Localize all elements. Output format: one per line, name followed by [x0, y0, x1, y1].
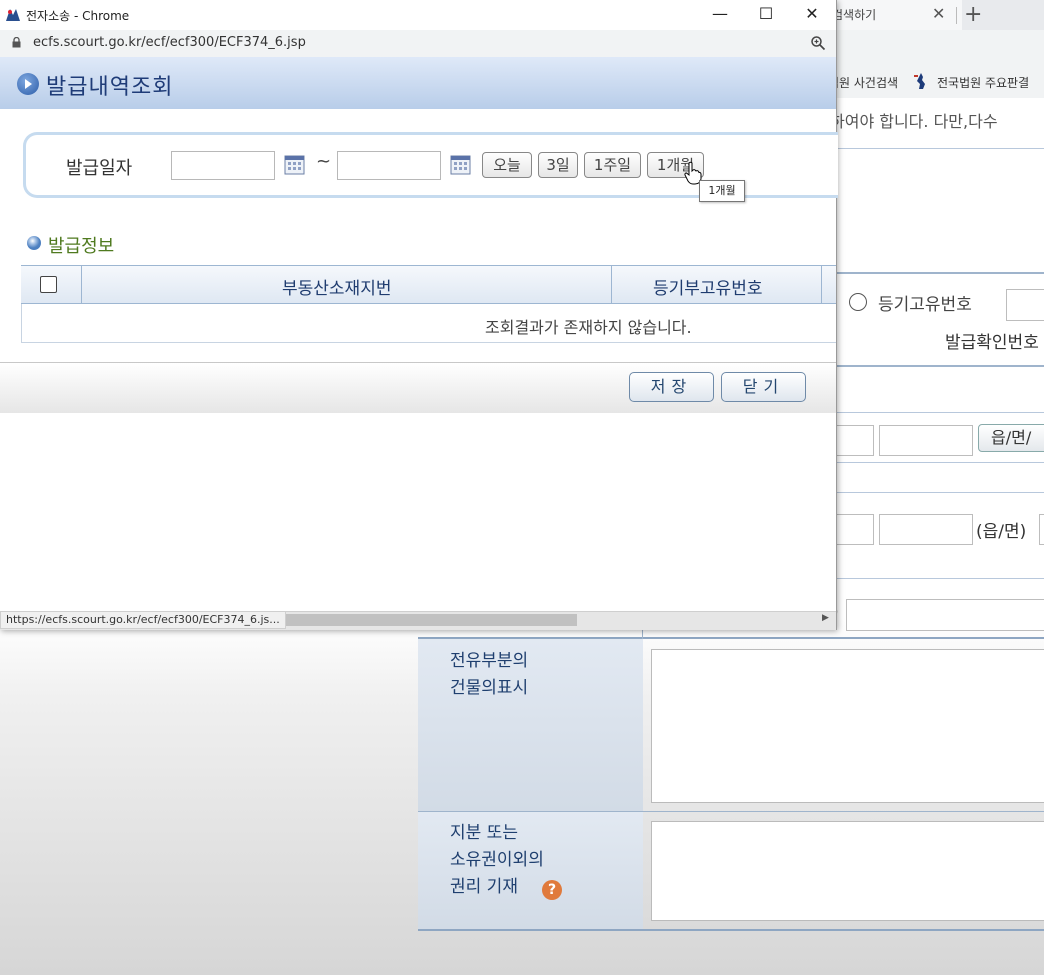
share-rights-textarea[interactable] — [651, 821, 1044, 921]
popup-title-bar: 전자소송 - Chrome — ☐ ✕ — [0, 0, 836, 31]
tab-separator — [956, 7, 957, 24]
background-tab-title: 검색하기 — [832, 8, 877, 22]
table-divider — [821, 265, 822, 304]
court-statue-icon — [914, 73, 925, 89]
exclusive-part-header: 전유부분의 건물의표시 — [418, 639, 643, 811]
divider — [836, 272, 1044, 274]
zoom-icon[interactable] — [810, 35, 826, 51]
share-rights-label: 지분 또는 소유권이외의 권리 기재 — [450, 823, 544, 897]
select-all-checkbox[interactable] — [40, 276, 57, 293]
registry-number-input[interactable] — [1006, 289, 1044, 321]
new-tab-plus-icon[interactable]: + — [964, 2, 982, 27]
minimize-icon[interactable]: — — [700, 3, 740, 25]
address-input[interactable] — [836, 514, 874, 545]
popup-window: 전자소송 - Chrome — ☐ ✕ ecfs.scourt.go.kr/ec… — [0, 0, 838, 630]
question-icon[interactable]: ? — [542, 880, 562, 900]
address-detail-input[interactable] — [846, 599, 1044, 631]
page-header: 발급내역조회 — [0, 57, 836, 109]
section-title: 발급정보 — [48, 236, 115, 257]
address-input[interactable] — [879, 425, 973, 456]
1-week-button[interactable]: 1주일 — [584, 152, 641, 178]
popup-url[interactable]: ecfs.scourt.go.kr/ecf/ecf300/ECF374_6.js… — [33, 35, 306, 50]
from-date-input[interactable] — [171, 151, 275, 180]
exclusive-part-textarea[interactable] — [651, 649, 1044, 803]
address-input[interactable] — [1039, 514, 1044, 545]
issue-date-label: 발급일자 — [66, 158, 133, 179]
district-search-button[interactable]: 읍/면/ — [978, 424, 1044, 452]
table-divider — [81, 265, 82, 304]
scroll-right-icon[interactable]: ▶ — [822, 613, 829, 623]
district-label: (읍/면) — [976, 522, 1027, 542]
table-divider — [611, 265, 612, 304]
divider — [836, 492, 1044, 493]
close-icon[interactable]: ✕ — [792, 3, 832, 25]
maximize-icon[interactable]: ☐ — [746, 3, 786, 25]
registry-number-label: 등기고유번호 — [878, 295, 972, 315]
empty-result-message: 조회결과가 존재하지 않습니다. — [485, 318, 692, 337]
tooltip: 1개월 — [699, 180, 745, 202]
divider — [836, 365, 1044, 367]
column-header-registry-number: 등기부고유번호 — [653, 279, 763, 299]
today-button[interactable]: 오늘 — [482, 152, 532, 178]
bookmark-court-rulings[interactable]: 전국법원 주요판결 — [937, 74, 1029, 91]
address-input[interactable] — [836, 425, 874, 456]
court-app-icon — [6, 9, 20, 21]
3-days-button[interactable]: 3일 — [538, 152, 578, 178]
calendar-icon[interactable] — [284, 154, 305, 175]
arrow-bullet-icon — [17, 73, 39, 95]
circle-bullet-icon — [27, 236, 41, 250]
table-row — [21, 304, 836, 343]
save-button[interactable]: 저장 — [629, 372, 714, 402]
address-input[interactable] — [879, 514, 973, 545]
table-border — [418, 929, 1044, 931]
status-url: https://ecfs.scourt.go.kr/ecf/ecf300/ECF… — [0, 611, 286, 629]
date-range-tilde: ~ — [316, 151, 332, 172]
bookmark-case-search[interactable]: 법원 사건검색 — [828, 74, 898, 91]
calendar-icon[interactable] — [450, 154, 471, 175]
to-date-input[interactable] — [337, 151, 441, 180]
issue-confirm-label: 발급확인번호 — [945, 333, 1039, 353]
column-header-address: 부동산소재지번 — [282, 279, 392, 299]
lock-icon[interactable] — [12, 37, 21, 48]
notice-text: 하여야 합니다. 다만,다수 — [830, 112, 998, 131]
exclusive-part-label: 전유부분의 건물의표시 — [450, 651, 529, 698]
share-rights-header: 지분 또는 소유권이외의 권리 기재 — [418, 812, 643, 929]
divider — [836, 578, 1044, 579]
popup-window-title: 전자소송 - Chrome — [26, 9, 130, 23]
divider — [836, 148, 1044, 149]
close-button[interactable]: 닫기 — [721, 372, 806, 402]
background-tab[interactable]: 검색하기 ✕ — [826, 0, 962, 30]
divider — [836, 462, 1044, 463]
popup-url-bar: ecfs.scourt.go.kr/ecf/ecf300/ECF374_6.js… — [0, 30, 836, 58]
registry-number-radio[interactable] — [849, 293, 867, 311]
close-icon[interactable]: ✕ — [932, 4, 945, 23]
divider — [836, 412, 1044, 413]
scrollbar-thumb[interactable] — [277, 614, 577, 626]
page-title: 발급내역조회 — [46, 75, 174, 100]
